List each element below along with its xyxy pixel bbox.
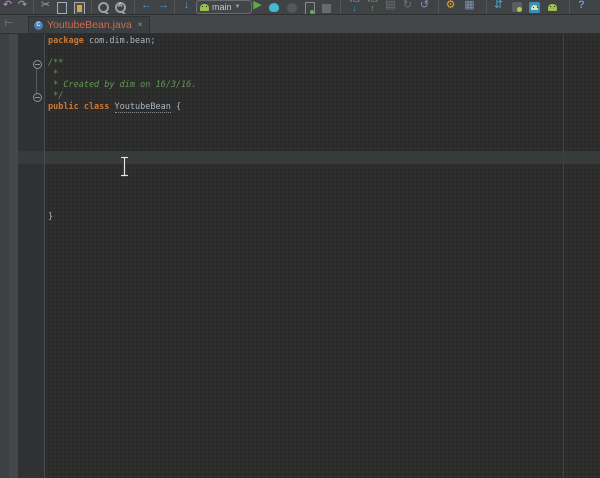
toolbar-separator [486,1,487,13]
android-icon [531,5,538,10]
back-icon[interactable]: ← [139,0,154,14]
redo-icon[interactable]: ↷ [15,0,30,14]
revert-icon[interactable]: ↺ [417,0,432,14]
stop-icon [322,4,331,13]
avd-manager-icon[interactable] [548,4,557,11]
gradle-sync-icon[interactable]: ⇵ [491,0,506,14]
sdk-manager-icon[interactable] [529,2,540,13]
vcs-update-icon[interactable]: VCS ↓ [347,0,362,13]
vcs-commit-icon[interactable]: VCS ↑ [365,0,380,13]
find-icon[interactable] [98,2,109,13]
code-line [48,190,196,201]
code-line: * Created by dim on 16/3/16. [48,80,196,91]
cut-icon[interactable]: ✂ [38,0,53,14]
toolbar-separator [340,1,341,13]
code-text: package com.dim.bean; /** * * Created by… [48,36,196,223]
code-line [48,135,196,146]
code-line: /** [48,58,196,69]
paste-icon[interactable] [74,2,85,15]
android-studio-window: ↶ ↷ ✂ A ← → ↓ main ▼ ▶ VCS ↓ VCS ↑ [0,0,600,478]
toolbar-separator [174,1,175,13]
code-line [48,47,196,58]
code-line: */ [48,91,196,102]
replace-letter: A [118,3,122,9]
fold-collapse-icon[interactable] [33,60,42,69]
hide-panel-icon[interactable]: ⊢ [2,17,16,31]
tool-window-stripe [0,34,9,478]
editor-area[interactable]: package com.dim.bean; /** * * Created by… [0,34,600,478]
help-icon[interactable]: ? [574,0,589,14]
code-line [48,124,196,135]
code-line [48,179,196,190]
fold-end-icon[interactable] [33,93,42,102]
chevron-down-icon: ▼ [235,4,241,10]
code-line: } [48,212,196,223]
right-margin-guide [563,34,564,478]
toolbar-separator [134,1,135,13]
vcs-commit-arrow: ↑ [365,4,380,13]
tool-window-stripe-inner [9,34,18,478]
android-icon [200,4,209,11]
toolbar-separator [438,1,439,13]
replace-icon[interactable]: A [115,2,126,13]
attach-debugger-icon[interactable] [305,2,315,15]
run-with-coverage-icon[interactable] [287,3,297,13]
toolbar-separator [33,1,34,13]
sync-down-icon[interactable]: ↓ [179,0,194,14]
text-cursor-pointer [119,156,130,177]
debug-icon[interactable] [269,3,279,12]
code-line: * [48,69,196,80]
run-configuration-label: main [212,2,232,12]
vcs-update-arrow: ↓ [347,4,362,13]
close-icon[interactable]: × [138,17,143,33]
toolbar-separator [569,1,570,13]
code-line: package com.dim.bean; [48,36,196,47]
code-line [48,113,196,124]
main-toolbar: ↶ ↷ ✂ A ← → ↓ main ▼ ▶ VCS ↓ VCS ↑ [0,0,600,15]
copy-icon[interactable] [57,2,67,14]
run-button[interactable]: ▶ [250,0,265,14]
settings-icon[interactable]: ⚙ [443,0,458,14]
forward-icon[interactable]: → [156,0,171,14]
tab-label: YoutubeBean.java [47,17,132,33]
compare-icon: ▤ [383,0,398,14]
code-line: public class YoutubeBean { [48,102,196,113]
tab-youtubebean-java[interactable]: C YoutubeBean.java × [28,16,150,33]
editor-tab-bar: ⊢ C YoutubeBean.java × [0,15,600,34]
fold-region-line [36,66,37,94]
gutter-separator [44,34,45,478]
run-configuration-combo[interactable]: main ▼ [196,0,252,14]
undo-icon[interactable]: ↶ [0,0,15,14]
project-structure-icon[interactable]: ▦ [462,0,477,14]
gradle-build-icon[interactable] [512,2,522,12]
code-line [48,201,196,212]
java-class-icon: C [34,21,43,30]
toolbar-separator [91,1,92,13]
history-icon: ↻ [400,0,415,14]
